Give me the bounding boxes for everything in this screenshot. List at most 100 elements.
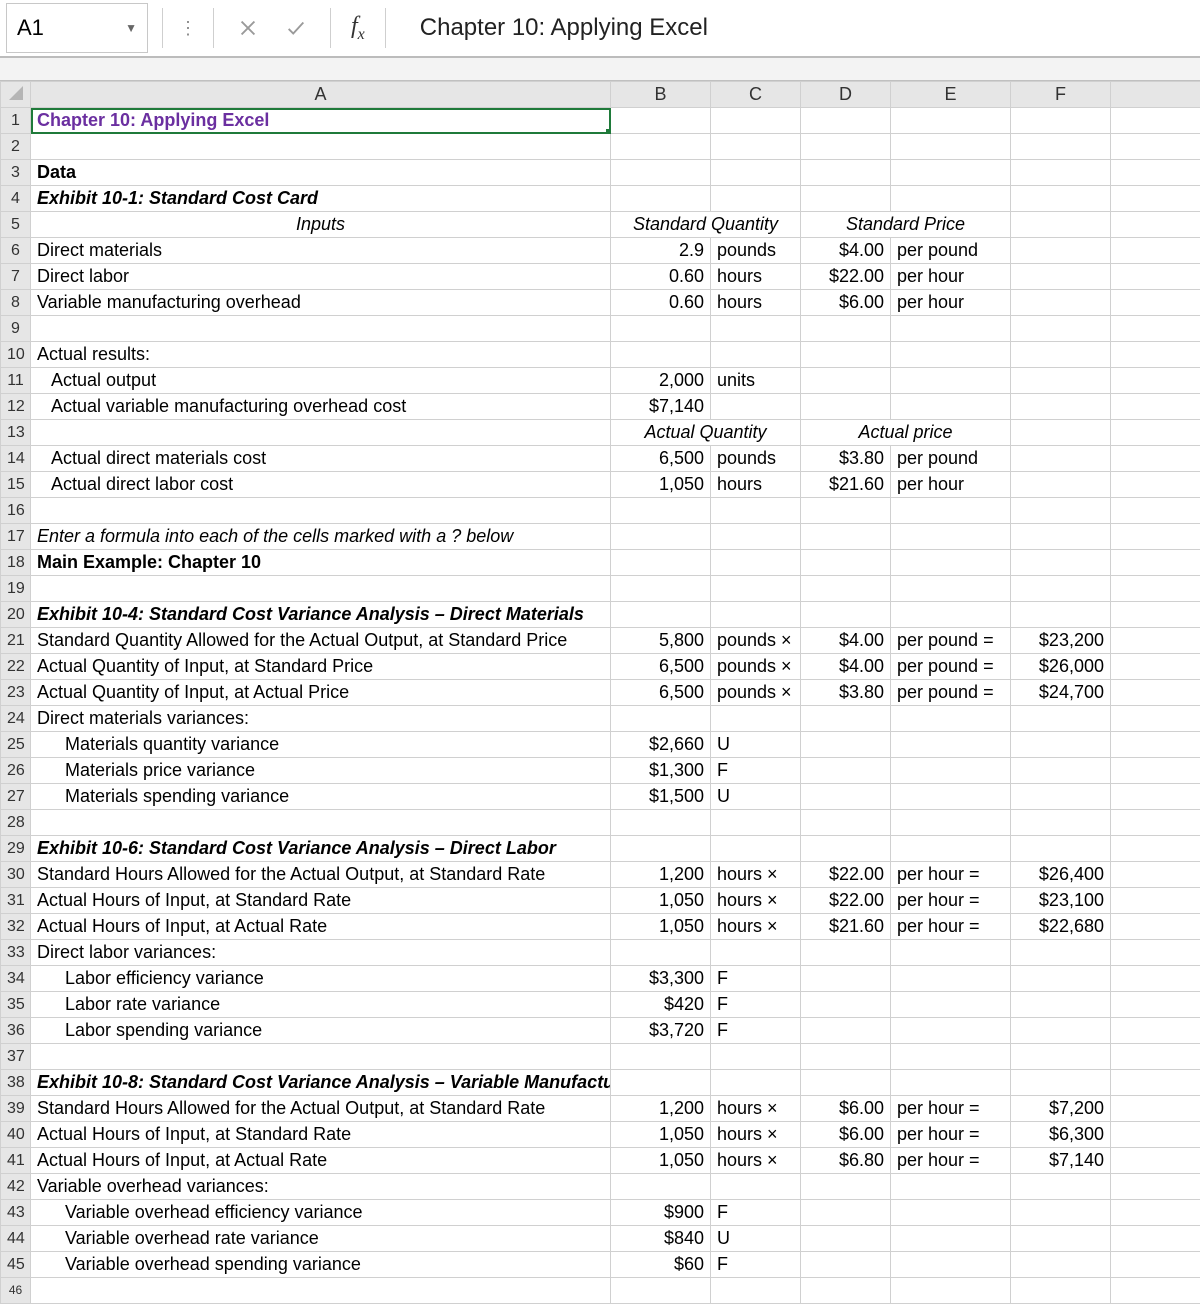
cell[interactable] [801,732,891,758]
cell-A1[interactable]: Chapter 10: Applying Excel [31,108,611,134]
row-header[interactable]: 23 [1,680,31,706]
cell[interactable] [1011,784,1111,810]
cell-C25[interactable]: U [711,732,801,758]
cell[interactable] [1011,576,1111,602]
cell-A38[interactable]: Exhibit 10-8: Standard Cost Variance Ana… [31,1070,611,1096]
cell[interactable] [1011,1252,1111,1278]
cell-B43[interactable]: $900 [611,1200,711,1226]
cell[interactable] [801,1044,891,1070]
cell[interactable] [801,394,891,420]
cell[interactable] [31,576,611,602]
cell[interactable] [801,108,891,134]
cell-A26[interactable]: Materials price variance [31,758,611,784]
cell-B23[interactable]: 6,500 [611,680,711,706]
cell-A14[interactable]: Actual direct materials cost [31,446,611,472]
cell[interactable] [1111,992,1200,1018]
cell[interactable] [891,186,1011,212]
cell[interactable] [611,134,711,160]
cell[interactable] [891,1278,1011,1304]
cell[interactable] [1111,290,1200,316]
cell[interactable] [611,524,711,550]
col-header-F[interactable]: F [1011,82,1111,108]
cell-B30[interactable]: 1,200 [611,862,711,888]
cell-A29[interactable]: Exhibit 10-6: Standard Cost Variance Ana… [31,836,611,862]
cell-C26[interactable]: F [711,758,801,784]
cell-A11[interactable]: Actual output [31,368,611,394]
cell[interactable] [891,602,1011,628]
cell[interactable] [891,1174,1011,1200]
cell[interactable] [801,316,891,342]
row-header[interactable]: 14 [1,446,31,472]
cell-C7[interactable]: hours [711,264,801,290]
cell-E32[interactable]: per hour = [891,914,1011,940]
cell[interactable] [1111,134,1200,160]
cell-A33[interactable]: Direct labor variances: [31,940,611,966]
cell[interactable] [1011,1070,1111,1096]
cell[interactable] [1111,1122,1200,1148]
cell-A10[interactable]: Actual results: [31,342,611,368]
cell-A34[interactable]: Labor efficiency variance [31,966,611,992]
cell-C36[interactable]: F [711,1018,801,1044]
cell[interactable] [1011,1278,1111,1304]
cell-A22[interactable]: Actual Quantity of Input, at Standard Pr… [31,654,611,680]
cell[interactable] [1111,212,1200,238]
cell[interactable] [1011,472,1111,498]
cell[interactable] [801,836,891,862]
cell-D21[interactable]: $4.00 [801,628,891,654]
fx-icon[interactable]: fx [351,13,365,44]
cell-A12[interactable]: Actual variable manufacturing overhead c… [31,394,611,420]
cell-A17[interactable]: Enter a formula into each of the cells m… [31,524,611,550]
cell-A7[interactable]: Direct labor [31,264,611,290]
cell[interactable] [891,810,1011,836]
cell[interactable] [1111,1174,1200,1200]
col-header-E[interactable]: E [891,82,1011,108]
cell-E8[interactable]: per hour [891,290,1011,316]
cell[interactable] [1011,524,1111,550]
cell[interactable] [611,1174,711,1200]
cell-A36[interactable]: Labor spending variance [31,1018,611,1044]
row-header[interactable]: 11 [1,368,31,394]
cell[interactable] [611,706,711,732]
col-header-D[interactable]: D [801,82,891,108]
row-header[interactable]: 18 [1,550,31,576]
row-header[interactable]: 8 [1,290,31,316]
cell[interactable] [891,758,1011,784]
cell-C40[interactable]: hours × [711,1122,801,1148]
cell[interactable] [1011,966,1111,992]
cell-F39[interactable]: $7,200 [1011,1096,1111,1122]
cell[interactable] [711,576,801,602]
cell[interactable] [1111,446,1200,472]
cell[interactable] [611,186,711,212]
row-header[interactable]: 21 [1,628,31,654]
cell[interactable] [1011,342,1111,368]
accept-icon[interactable] [276,8,316,48]
cell-B26[interactable]: $1,300 [611,758,711,784]
cell-B32[interactable]: 1,050 [611,914,711,940]
row-header[interactable]: 25 [1,732,31,758]
cell[interactable] [1011,498,1111,524]
cell[interactable] [1111,1070,1200,1096]
cell-D32[interactable]: $21.60 [801,914,891,940]
cell[interactable] [891,836,1011,862]
cell-F41[interactable]: $7,140 [1011,1148,1111,1174]
cell[interactable] [1011,550,1111,576]
row-header[interactable]: 45 [1,1252,31,1278]
more-icon[interactable]: ⋮ [177,8,199,48]
cell-A18[interactable]: Main Example: Chapter 10 [31,550,611,576]
row-header[interactable]: 26 [1,758,31,784]
cell-B21[interactable]: 5,800 [611,628,711,654]
cell[interactable] [31,1278,611,1304]
cell-B6[interactable]: 2.9 [611,238,711,264]
row-header[interactable]: 3 [1,160,31,186]
cell[interactable] [1011,368,1111,394]
cell-D15[interactable]: $21.60 [801,472,891,498]
cell[interactable] [711,160,801,186]
cell[interactable] [1111,1096,1200,1122]
cell[interactable] [1111,680,1200,706]
cell[interactable] [1111,368,1200,394]
cell-C43[interactable]: F [711,1200,801,1226]
cell[interactable] [1111,914,1200,940]
cell[interactable] [1011,212,1111,238]
col-header-A[interactable]: A [31,82,611,108]
cell[interactable] [711,550,801,576]
